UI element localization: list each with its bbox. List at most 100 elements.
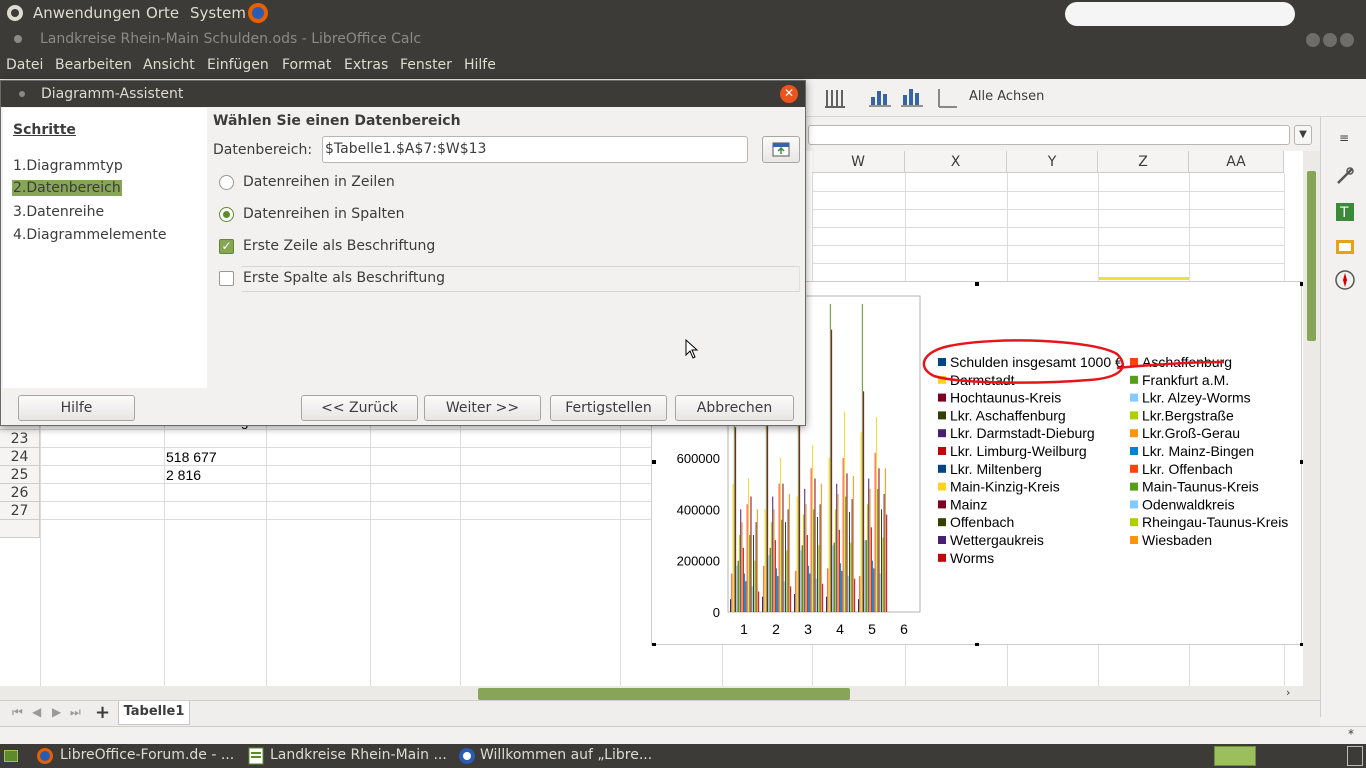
workspace-switcher[interactable] [1214, 746, 1256, 766]
back-button[interactable]: << Zurück [301, 395, 418, 421]
menu-hilfe[interactable]: Hilfe [464, 57, 496, 73]
horizontal-scrollbar[interactable]: › [0, 686, 1320, 700]
expand-formula-icon[interactable]: ▼ [1294, 125, 1312, 145]
menu-format[interactable]: Format [282, 57, 331, 73]
styles-icon[interactable]: T [1334, 201, 1356, 223]
dialog-close-icon[interactable]: ✕ [780, 85, 798, 103]
legend-swatch [1130, 518, 1138, 527]
help-button[interactable]: Hilfe [18, 395, 135, 421]
checkbox-first-column[interactable] [219, 271, 234, 286]
column-header[interactable]: W [812, 151, 905, 173]
step-label: Diagrammtyp [26, 158, 123, 174]
axes-label[interactable]: Alle Achsen [969, 89, 1044, 104]
column-header[interactable]: Z [1098, 151, 1189, 173]
checkbox-first-column-label: Erste Spalte als Beschriftung [243, 270, 445, 286]
axes-icon[interactable] [935, 85, 961, 111]
last-sheet-icon[interactable]: ⏭ [70, 705, 81, 720]
menu-places[interactable]: Orte [146, 4, 179, 22]
column-header[interactable]: X [905, 151, 1007, 173]
legend-swatch [938, 518, 946, 527]
bar [837, 493, 839, 612]
menu-system[interactable]: System [190, 4, 246, 22]
radio-series-columns[interactable] [219, 207, 234, 222]
ubuntu-logo-icon[interactable] [6, 4, 24, 22]
task-item[interactable]: Willkommen auf „Libre... [480, 747, 652, 763]
next-button[interactable]: Weiter >> [424, 395, 541, 421]
minimize-icon[interactable] [1306, 33, 1320, 47]
bar [768, 555, 770, 612]
top-panel: Anwendungen Orte System [0, 0, 1366, 26]
dialog-menu-icon[interactable] [19, 91, 25, 97]
step-item[interactable]: 4.Diagrammelemente [13, 227, 166, 243]
horizontal-scroll-thumb[interactable] [478, 688, 850, 700]
bar [834, 509, 836, 612]
task-item[interactable]: Landkreise Rhein-Main ... [270, 747, 447, 763]
checkbox-first-row[interactable]: ✓ [219, 239, 234, 254]
vertical-scrollbar[interactable] [1303, 151, 1320, 686]
radio-series-rows[interactable] [219, 175, 234, 190]
table-cell[interactable]: 518 677 [166, 449, 265, 465]
bar [736, 565, 738, 612]
next-sheet-icon[interactable]: ▶ [52, 705, 61, 719]
legend-swatch [1130, 500, 1138, 509]
data-table-icon[interactable] [900, 85, 924, 109]
properties-icon[interactable] [1334, 165, 1356, 187]
column-header[interactable]: Y [1007, 151, 1098, 173]
gallery-icon[interactable] [1334, 235, 1356, 257]
cancel-button[interactable]: Abbrechen [675, 395, 794, 421]
bar [863, 391, 865, 612]
maximize-icon[interactable] [1323, 33, 1337, 47]
menu-bar: Datei Bearbeiten Ansicht Einfügen Format… [0, 53, 1366, 79]
chart-type-icon[interactable] [868, 85, 892, 109]
calc-task-icon [248, 747, 264, 765]
show-desktop-icon[interactable] [4, 750, 18, 762]
legend-label: Lkr. Darmstadt-Dieburg [950, 425, 1095, 441]
first-sheet-icon[interactable]: ⏮ [12, 705, 23, 720]
scroll-right-icon[interactable]: › [1286, 686, 1290, 699]
grid-row-line [812, 227, 1284, 228]
bar [873, 568, 875, 612]
sidebar-menu-icon[interactable]: ≡ [1339, 131, 1349, 145]
menu-ansicht[interactable]: Ansicht [143, 57, 195, 73]
select-range-button[interactable] [762, 136, 800, 163]
menu-applications[interactable]: Anwendungen [33, 4, 141, 22]
bar [850, 542, 852, 612]
add-sheet-icon[interactable]: + [95, 702, 110, 723]
prev-sheet-icon[interactable]: ◀ [32, 705, 41, 719]
grid-row-line [812, 209, 1284, 210]
legend-swatch [1130, 447, 1138, 455]
formula-input[interactable] [808, 125, 1290, 145]
row-header[interactable]: 27 [0, 502, 40, 520]
step-item[interactable]: 1.Diagrammtyp [13, 158, 123, 174]
row-header[interactable]: 25 [0, 466, 40, 484]
row-header[interactable]: 24 [0, 448, 40, 466]
row-header[interactable] [0, 520, 40, 538]
column-header[interactable]: AA [1189, 151, 1284, 173]
step-item[interactable]: 3.Datenreihe [13, 204, 104, 220]
sheet-tab[interactable]: Tabelle1 [118, 701, 190, 725]
window-menu-icon[interactable] [14, 35, 22, 43]
task-item[interactable]: LibreOffice-Forum.de - ... [60, 747, 234, 763]
cell-highlight [1098, 277, 1189, 280]
step-item-active[interactable]: 2.Datenbereich [12, 180, 122, 196]
range-input[interactable]: $Tabelle1.$A$7:$W$13 [322, 136, 748, 163]
menu-extras[interactable]: Extras [344, 57, 388, 73]
svg-text:T: T [1339, 205, 1349, 221]
close-window-icon[interactable] [1340, 33, 1354, 47]
bar [840, 563, 842, 612]
steps-panel: Schritte 1.Diagrammtyp 2.Datenbereich 3.… [3, 108, 207, 388]
menu-einfuegen[interactable]: Einfügen [207, 57, 269, 73]
menu-datei[interactable]: Datei [6, 57, 43, 73]
navigator-icon[interactable] [1334, 269, 1356, 291]
menu-bearbeiten[interactable]: Bearbeiten [55, 57, 132, 73]
table-cell[interactable]: 2 816 [166, 467, 265, 483]
finish-button[interactable]: Fertigstellen [550, 395, 667, 421]
bar [838, 529, 840, 612]
row-header[interactable]: 26 [0, 484, 40, 502]
firefox-icon[interactable] [247, 2, 269, 24]
menu-fenster[interactable]: Fenster [400, 57, 452, 73]
vertical-grid-icon[interactable] [824, 87, 846, 109]
row-header[interactable]: 23 [0, 430, 40, 448]
vertical-scroll-thumb[interactable] [1307, 171, 1316, 341]
trash-icon[interactable] [1347, 746, 1363, 766]
